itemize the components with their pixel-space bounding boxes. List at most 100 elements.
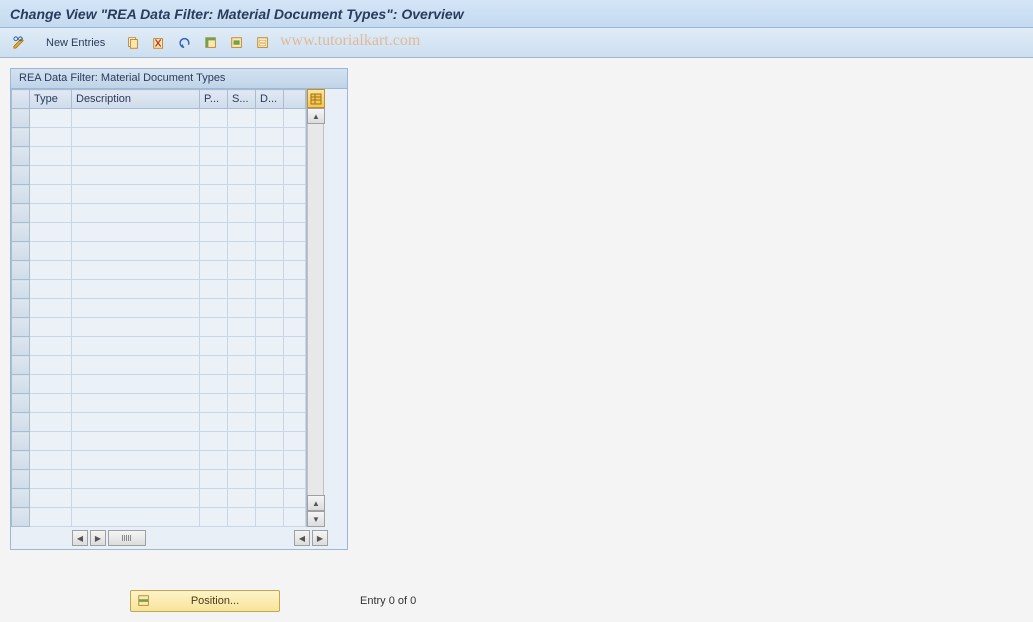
cell[interactable]	[30, 318, 72, 337]
cell[interactable]	[284, 508, 306, 527]
scroll-up2-button[interactable]: ▲	[307, 495, 325, 511]
cell[interactable]	[284, 147, 306, 166]
row-selector[interactable]	[12, 299, 30, 318]
cell[interactable]	[256, 508, 284, 527]
cell[interactable]	[228, 375, 256, 394]
col-header-s[interactable]: S...	[228, 90, 256, 109]
cell[interactable]	[256, 242, 284, 261]
cell[interactable]	[72, 147, 200, 166]
cell[interactable]	[30, 489, 72, 508]
cell[interactable]	[200, 261, 228, 280]
cell[interactable]	[72, 242, 200, 261]
cell[interactable]	[200, 451, 228, 470]
cell[interactable]	[228, 280, 256, 299]
table-settings-button[interactable]	[307, 89, 325, 108]
row-selector[interactable]	[12, 356, 30, 375]
cell[interactable]	[30, 204, 72, 223]
cell[interactable]	[200, 223, 228, 242]
cell[interactable]	[30, 299, 72, 318]
row-selector-header[interactable]	[12, 90, 30, 109]
cell[interactable]	[30, 337, 72, 356]
cell[interactable]	[228, 147, 256, 166]
cell[interactable]	[72, 261, 200, 280]
cell[interactable]	[284, 394, 306, 413]
cell[interactable]	[200, 280, 228, 299]
col-header-extra[interactable]	[284, 90, 306, 109]
cell[interactable]	[256, 337, 284, 356]
cell[interactable]	[284, 128, 306, 147]
row-selector[interactable]	[12, 204, 30, 223]
cell[interactable]	[284, 185, 306, 204]
undo-button[interactable]	[174, 33, 196, 53]
cell[interactable]	[72, 299, 200, 318]
cell[interactable]	[228, 451, 256, 470]
cell[interactable]	[284, 470, 306, 489]
cell[interactable]	[284, 413, 306, 432]
cell[interactable]	[256, 128, 284, 147]
cell[interactable]	[256, 489, 284, 508]
cell[interactable]	[228, 356, 256, 375]
row-selector[interactable]	[12, 280, 30, 299]
cell[interactable]	[72, 432, 200, 451]
cell[interactable]	[30, 394, 72, 413]
cell[interactable]	[200, 413, 228, 432]
row-selector[interactable]	[12, 413, 30, 432]
cell[interactable]	[228, 128, 256, 147]
row-selector[interactable]	[12, 451, 30, 470]
cell[interactable]	[72, 185, 200, 204]
col-header-d[interactable]: D...	[256, 90, 284, 109]
cell[interactable]	[256, 147, 284, 166]
cell[interactable]	[200, 318, 228, 337]
row-selector[interactable]	[12, 375, 30, 394]
position-button[interactable]: Position...	[130, 590, 280, 612]
cell[interactable]	[228, 413, 256, 432]
cell[interactable]	[72, 394, 200, 413]
hscroll-track[interactable]	[147, 530, 293, 546]
cell[interactable]	[72, 470, 200, 489]
cell[interactable]	[284, 242, 306, 261]
cell[interactable]	[200, 356, 228, 375]
cell[interactable]	[30, 451, 72, 470]
cell[interactable]	[200, 394, 228, 413]
cell[interactable]	[72, 204, 200, 223]
cell[interactable]	[72, 318, 200, 337]
cell[interactable]	[200, 242, 228, 261]
cell[interactable]	[228, 185, 256, 204]
cell[interactable]	[30, 185, 72, 204]
col-header-description[interactable]: Description	[72, 90, 200, 109]
cell[interactable]	[256, 185, 284, 204]
cell[interactable]	[284, 489, 306, 508]
cell[interactable]	[200, 109, 228, 128]
cell[interactable]	[72, 280, 200, 299]
scroll-right2-button[interactable]: ▶	[312, 530, 328, 546]
cell[interactable]	[200, 470, 228, 489]
row-selector[interactable]	[12, 185, 30, 204]
cell[interactable]	[228, 242, 256, 261]
cell[interactable]	[228, 394, 256, 413]
row-selector[interactable]	[12, 337, 30, 356]
row-selector[interactable]	[12, 128, 30, 147]
cell[interactable]	[200, 375, 228, 394]
cell[interactable]	[284, 166, 306, 185]
cell[interactable]	[284, 109, 306, 128]
cell[interactable]	[256, 261, 284, 280]
cell[interactable]	[256, 470, 284, 489]
cell[interactable]	[228, 318, 256, 337]
scroll-left2-button[interactable]: ◀	[294, 530, 310, 546]
deselect-all-button[interactable]	[252, 33, 274, 53]
row-selector[interactable]	[12, 242, 30, 261]
cell[interactable]	[30, 413, 72, 432]
cell[interactable]	[200, 166, 228, 185]
cell[interactable]	[256, 432, 284, 451]
cell[interactable]	[72, 413, 200, 432]
cell[interactable]	[200, 508, 228, 527]
col-header-p[interactable]: P...	[200, 90, 228, 109]
cell[interactable]	[200, 432, 228, 451]
cell[interactable]	[228, 204, 256, 223]
row-selector[interactable]	[12, 109, 30, 128]
cell[interactable]	[30, 128, 72, 147]
row-selector[interactable]	[12, 147, 30, 166]
cell[interactable]	[228, 299, 256, 318]
scroll-left-button[interactable]: ◀	[72, 530, 88, 546]
row-selector[interactable]	[12, 166, 30, 185]
